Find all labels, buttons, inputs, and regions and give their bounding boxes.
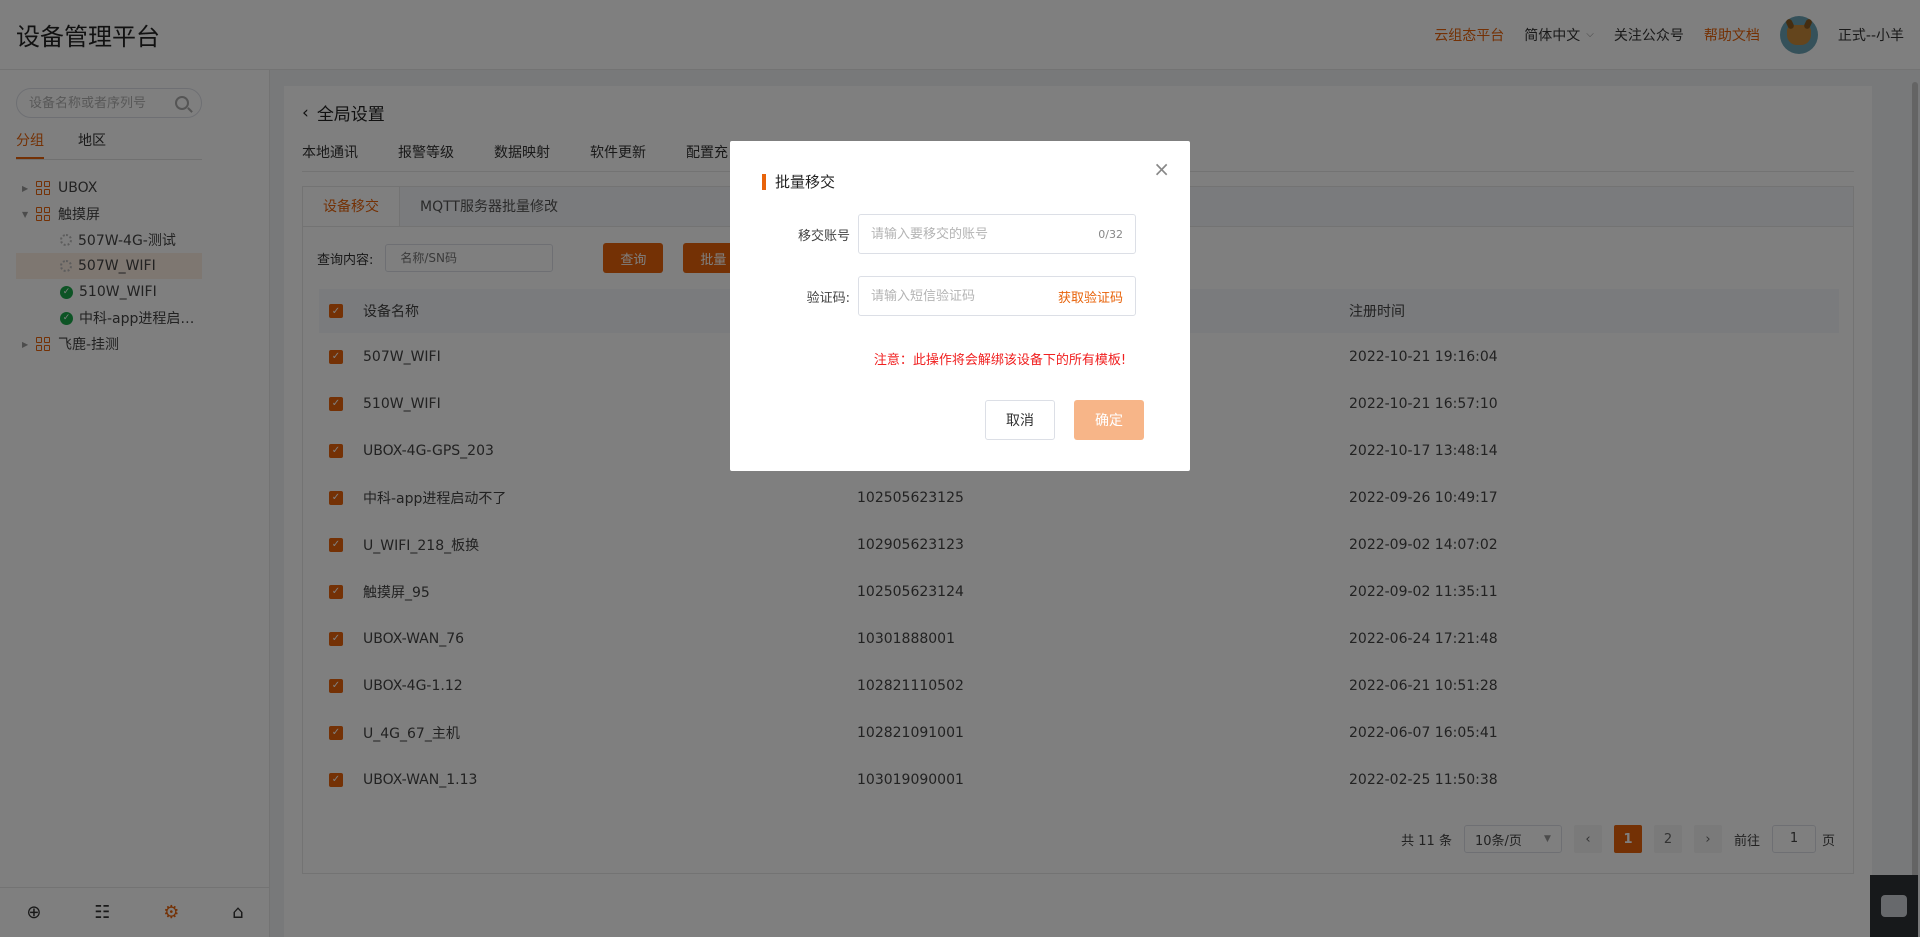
account-input[interactable]	[871, 226, 1099, 242]
code-field: 验证码: 获取验证码	[730, 276, 1190, 316]
confirm-button[interactable]: 确定	[1074, 400, 1144, 440]
code-input-wrapper[interactable]: 获取验证码	[858, 276, 1136, 316]
code-label: 验证码:	[806, 290, 850, 306]
close-icon[interactable]: ×	[1153, 159, 1170, 179]
account-input-wrapper[interactable]: 0/32	[858, 214, 1136, 254]
get-code-button[interactable]: 获取验证码	[1058, 287, 1123, 306]
account-field: 移交账号 0/32	[730, 214, 1190, 254]
dialog-title: 批量移交	[762, 171, 835, 192]
code-input[interactable]	[871, 288, 1058, 304]
cancel-button[interactable]: 取消	[985, 400, 1055, 440]
title-accent-bar	[762, 173, 766, 190]
account-label: 移交账号	[797, 228, 850, 244]
account-char-count: 0/32	[1098, 227, 1123, 241]
warning-text: 注意：此操作将会解绑该设备下的所有模板!	[873, 353, 1127, 368]
batch-transfer-dialog: 批量移交 × 移交账号 0/32 验证码: 获取验证码 注意：此操作将会解绑该设…	[730, 141, 1190, 471]
dialog-title-text: 批量移交	[775, 173, 836, 191]
